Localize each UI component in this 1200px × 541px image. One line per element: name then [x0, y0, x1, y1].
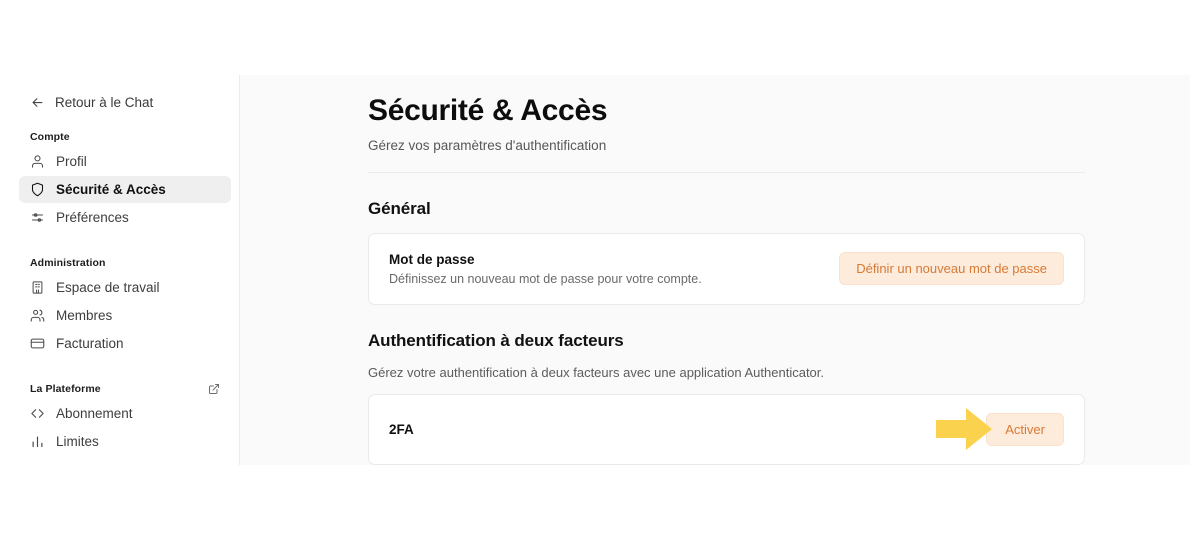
sidebar-item-securite-acces[interactable]: Sécurité & Accès — [19, 176, 231, 203]
sidebar-group-label-compte: Compte — [30, 131, 70, 143]
shield-icon — [30, 182, 45, 197]
password-card: Mot de passe Définissez un nouveau mot d… — [368, 232, 1085, 305]
sidebar-item-label: Membres — [56, 308, 113, 323]
building-icon — [30, 280, 45, 295]
section-title-general: Général — [368, 198, 431, 218]
password-card-title: Mot de passe — [389, 251, 475, 267]
section-description-two-factor: Gérez votre authentification à deux fact… — [368, 364, 825, 380]
users-icon — [30, 308, 45, 323]
external-link-icon[interactable] — [208, 383, 220, 395]
back-to-chat-button[interactable]: Retour à le Chat — [19, 85, 231, 119]
sidebar-item-label: Sécurité & Accès — [56, 182, 166, 197]
sidebar-item-label: Espace de travail — [56, 280, 160, 295]
main-content: Sécurité & Accès Gérez vos paramètres d'… — [240, 75, 1190, 465]
sidebar-item-label: Facturation — [56, 336, 124, 351]
sidebar-item-label: Profil — [56, 154, 87, 169]
sidebar-item-preferences[interactable]: Préférences — [19, 204, 231, 231]
two-factor-card-actions: Activer — [936, 408, 1064, 451]
password-card-description: Définissez un nouveau mot de passe pour … — [389, 271, 702, 286]
page-subtitle: Gérez vos paramètres d'authentification — [368, 137, 607, 153]
two-factor-card: 2FA Activer — [368, 393, 1085, 465]
arrow-right-annotation-icon — [936, 408, 992, 451]
sidebar-item-membres[interactable]: Membres — [19, 302, 231, 329]
set-new-password-button[interactable]: Définir un nouveau mot de passe — [839, 252, 1064, 286]
sidebar-item-facturation[interactable]: Facturation — [19, 330, 231, 357]
sidebar-item-abonnement[interactable]: Abonnement — [19, 400, 231, 427]
page-title: Sécurité & Accès — [368, 94, 608, 127]
sidebar-item-profil[interactable]: Profil — [19, 148, 231, 175]
code-brackets-icon — [30, 406, 45, 421]
sidebar-group-label-la-plateforme: La Plateforme — [19, 383, 231, 395]
sidebar-item-label: Préférences — [56, 210, 129, 225]
user-icon — [30, 154, 45, 169]
sidebar-item-label: Abonnement — [56, 406, 133, 421]
settings-content-column: Sécurité & Accès Gérez vos paramètres d'… — [368, 75, 1085, 465]
two-factor-card-title: 2FA — [389, 421, 414, 437]
arrow-left-icon — [30, 95, 45, 110]
back-to-chat-label: Retour à le Chat — [55, 94, 154, 110]
sidebar: Retour à le Chat Compte Profil Sécurité … — [11, 75, 240, 465]
credit-card-icon — [30, 336, 45, 351]
sidebar-item-limites[interactable]: Limites — [19, 428, 231, 455]
enable-2fa-button[interactable]: Activer — [986, 412, 1064, 446]
sliders-icon — [30, 210, 45, 225]
sidebar-item-label: Limites — [56, 434, 99, 449]
password-card-text: Mot de passe Définissez un nouveau mot d… — [389, 252, 702, 286]
bar-chart-icon — [30, 434, 45, 449]
sidebar-item-espace-de-travail[interactable]: Espace de travail — [19, 274, 231, 301]
header-divider — [368, 171, 1085, 173]
section-title-two-factor: Authentification à deux facteurs — [368, 330, 624, 350]
sidebar-group-label-administration: Administration — [30, 257, 106, 269]
settings-app-window: Retour à le Chat Compte Profil Sécurité … — [11, 75, 1190, 465]
